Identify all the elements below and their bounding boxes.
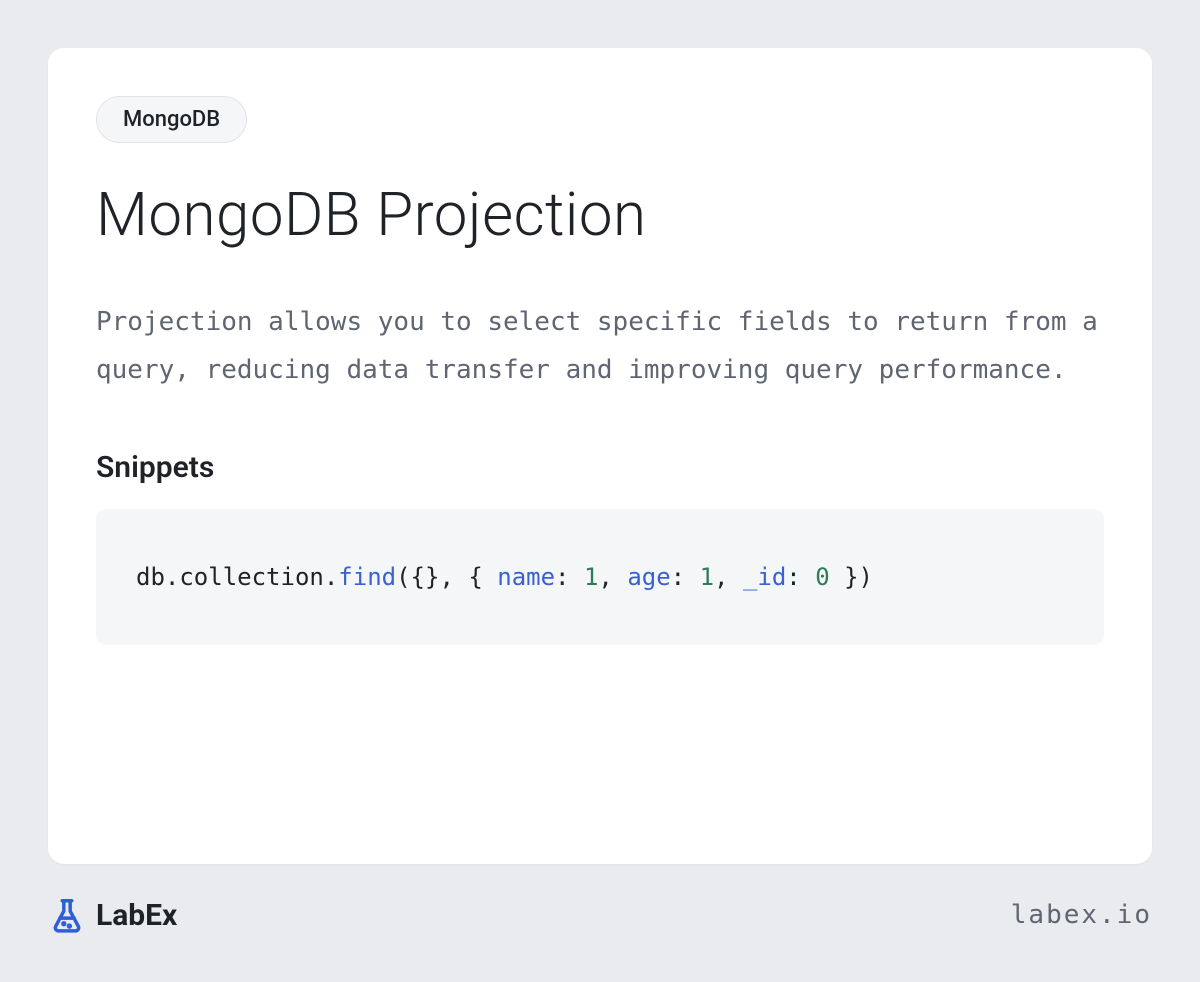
code-val: 1 (584, 563, 598, 591)
code-snippet: db.collection.find({}, { name: 1, age: 1… (96, 509, 1104, 645)
brand-name: LabEx (96, 898, 177, 933)
code-sep: : (671, 563, 700, 591)
footer: LabEx labex.io (48, 896, 1152, 934)
code-prefix: db.collection. (136, 563, 338, 591)
brand: LabEx (48, 896, 177, 934)
code-sep: : (555, 563, 584, 591)
code-function: find (338, 563, 396, 591)
code-open: ({}, { (396, 563, 497, 591)
site-url: labex.io (1011, 900, 1152, 930)
code-key-age: age (627, 563, 670, 591)
code-sep: : (786, 563, 815, 591)
category-tag: MongoDB (96, 96, 247, 143)
code-val: 1 (700, 563, 714, 591)
code-comma: , (598, 563, 627, 591)
code-key-id: _id (743, 563, 786, 591)
content-card: MongoDB MongoDB Projection Projection al… (48, 48, 1152, 864)
code-comma: , (714, 563, 743, 591)
flask-icon (48, 896, 86, 934)
snippets-heading: Snippets (96, 450, 1104, 485)
code-close: }) (830, 563, 873, 591)
description-text: Projection allows you to select specific… (96, 298, 1104, 394)
code-key-name: name (497, 563, 555, 591)
page-title: MongoDB Projection (96, 179, 1104, 250)
code-val: 0 (815, 563, 829, 591)
